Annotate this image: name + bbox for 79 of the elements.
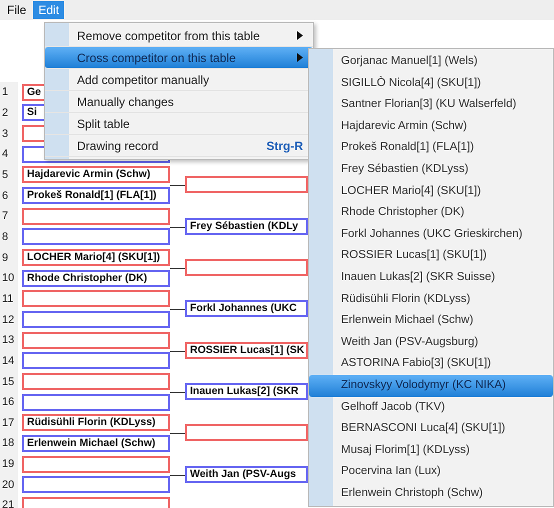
menu-item-label: Remove competitor from this table [77, 28, 260, 42]
competitor-slot[interactable]: Inauen Lukas[2] (SKR [185, 383, 308, 400]
connector-line [170, 350, 185, 352]
menu-item[interactable]: Rhode Christopher (DK) [309, 202, 553, 224]
menu-item-label: Cross competitor on this table [77, 50, 236, 64]
competitor-slot[interactable] [22, 352, 170, 370]
menu-item[interactable]: Zinovskyy Volodymyr (KC NIKA) [309, 374, 553, 396]
row-number: 9 [1, 252, 10, 264]
menu-bar-item[interactable]: Edit [33, 1, 64, 19]
row-number: 11 [1, 292, 14, 305]
menu-item[interactable]: BERNASCONI Luca[4] (SKU[1]) [309, 418, 553, 440]
competitor-slot[interactable] [22, 373, 170, 390]
connector-line [170, 226, 185, 228]
row-number: 14 [1, 354, 16, 367]
menu-item[interactable]: Weith Jan (PSV-Augsburg) [309, 332, 553, 354]
shortcut-label: Strg-R [266, 138, 303, 152]
row-number: 19 [1, 458, 16, 470]
competitor-slot[interactable]: Frey Sébastien (KDLy [185, 218, 308, 235]
menu-item-label: Manually changes [77, 94, 174, 108]
row-number: 13 [1, 334, 16, 346]
menu-item[interactable]: Inauen Lukas[2] (SKR Suisse) [309, 266, 553, 289]
competitor-slot[interactable] [185, 424, 308, 442]
row-number: 5 [1, 168, 10, 181]
competitor-slot[interactable] [22, 456, 170, 473]
menu-item-label: Add competitor manually [77, 72, 210, 86]
menu-item[interactable]: Rüdisühli Florin (KDLyss) [309, 288, 553, 310]
row-number: 1 [1, 86, 10, 98]
competitor-slot[interactable]: Rüdisühli Florin (KDLyss) [22, 414, 170, 432]
competitor-slot[interactable] [185, 176, 308, 194]
row-number: 20 [1, 478, 16, 491]
menu-item[interactable]: Forkl Johannes (UKC Grieskirchen) [309, 224, 553, 246]
competitor-slot[interactable]: Hajdarevic Armin (Schw) [22, 166, 170, 184]
row-number: 8 [1, 230, 10, 243]
menu-item-label: Split table [77, 116, 130, 130]
row-number: 10 [1, 272, 16, 284]
menu-item[interactable]: Erlenwein Michael (Schw) [309, 310, 553, 332]
competitor-slot[interactable]: Prokeš Ronald[1] (FLA[1]) [22, 187, 170, 204]
menu-item[interactable]: Musaj Florim[1] (KDLyss) [309, 440, 553, 462]
connector-line [170, 268, 185, 270]
menu-item[interactable]: ROSSIER Lucas[1] (SKU[1]) [309, 245, 553, 267]
menu-item[interactable]: ASTORINA Fabio[3] (SKU[1]) [309, 353, 553, 375]
row-number: 17 [1, 416, 16, 429]
competitor-slot[interactable] [22, 208, 170, 225]
competitor-slot[interactable] [22, 228, 170, 246]
row-number: 6 [1, 190, 10, 202]
row-number: 2 [1, 106, 10, 119]
menu-item-label: Drawing record [77, 138, 158, 152]
competitor-slot[interactable] [22, 476, 170, 494]
row-number: 18 [1, 437, 16, 450]
competitor-slot[interactable]: Weith Jan (PSV-Augs [185, 466, 308, 483]
competitor-slot[interactable]: Rhode Christopher (DK) [22, 270, 170, 287]
menu-item[interactable]: Frey Sébastien (KDLyss) [309, 158, 553, 181]
row-number: 4 [1, 148, 10, 160]
menu-item[interactable]: LOCHER Mario[4] (SKU[1]) [309, 180, 553, 202]
menu-item[interactable]: Erlenwein Christoph (Schw) [309, 482, 553, 504]
row-number: 3 [1, 128, 10, 140]
menu-item[interactable]: Cross competitor on this table [45, 47, 313, 69]
connector-line [170, 309, 185, 310]
menu-bar-item[interactable]: File [2, 1, 32, 19]
competitor-slot[interactable] [22, 332, 170, 349]
connector-line [170, 392, 185, 394]
row-number: 12 [1, 314, 16, 326]
competitor-slot[interactable] [185, 259, 308, 276]
row-number: 21 [1, 499, 16, 508]
menu-item[interactable]: Gelhoff Jacob (TKV) [309, 396, 553, 418]
connector-line [170, 185, 185, 186]
competitor-slot[interactable] [22, 311, 170, 328]
competitor-slot[interactable]: LOCHER Mario[4] (SKU[1]) [22, 249, 170, 266]
competitor-slot[interactable]: Forkl Johannes (UKC [185, 300, 308, 318]
row-number: 16 [1, 396, 16, 408]
row-number: 15 [1, 376, 16, 388]
menu-item[interactable]: Pocervina Ian (Lux) [309, 461, 553, 483]
connector-line [170, 433, 185, 434]
competitor-slot[interactable]: Erlenwein Michael (Schw) [22, 434, 170, 452]
competitor-slot[interactable] [22, 290, 170, 308]
competitor-slot[interactable] [22, 394, 170, 411]
row-number: 7 [1, 210, 10, 222]
connector-line [170, 474, 185, 476]
competitor-slot[interactable]: ROSSIER Lucas[1] (SK [185, 342, 308, 359]
